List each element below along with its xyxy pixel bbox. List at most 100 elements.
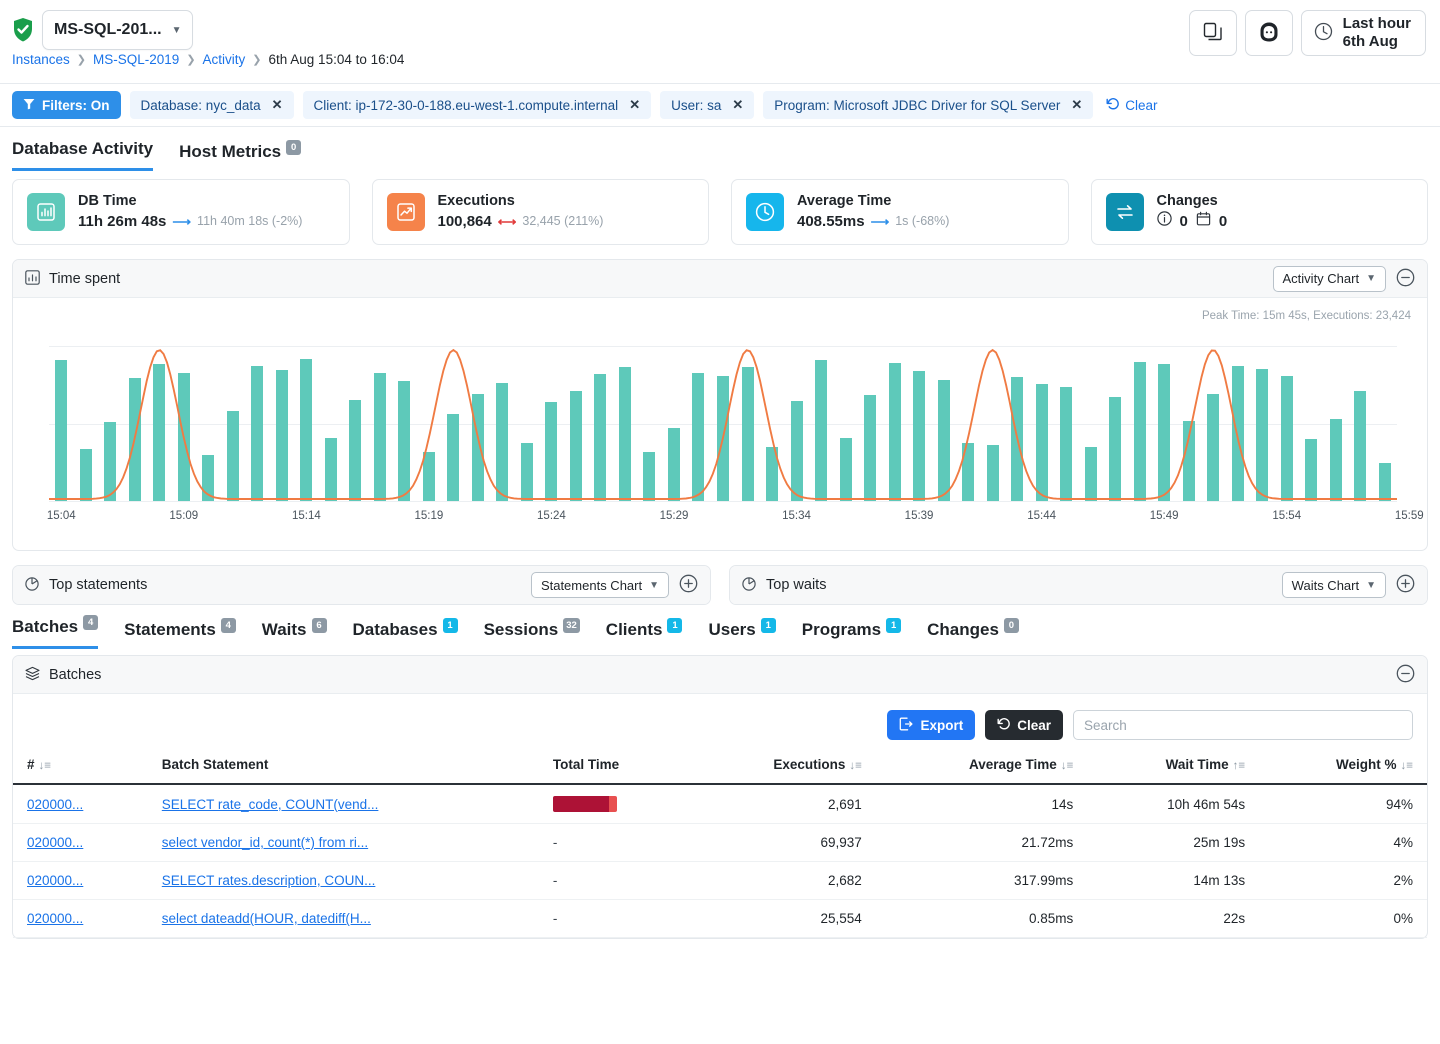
filter-chip-label: User: sa: [671, 98, 721, 113]
top-statements-header: Top statements Statements Chart ▼: [13, 566, 710, 604]
filters-toggle[interactable]: Filters: On: [12, 91, 121, 119]
column-header-batch-statement[interactable]: Batch Statement: [148, 748, 539, 784]
close-icon[interactable]: ✕: [272, 97, 283, 113]
batch-statement-link[interactable]: SELECT rates.description, COUN...: [162, 873, 376, 888]
table-row[interactable]: 020000... SELECT rates.description, COUN.…: [13, 862, 1427, 900]
undo-icon: [997, 717, 1011, 734]
search-input[interactable]: [1073, 710, 1413, 740]
batch-id-link[interactable]: 020000...: [27, 835, 83, 850]
batch-statement-link[interactable]: select vendor_id, count(*) from ri...: [162, 835, 368, 850]
clear-table-label: Clear: [1017, 718, 1051, 733]
kpi-card-db-time[interactable]: DB Time 11h 26m 48s ⟶ 11h 40m 18s (-2%): [12, 179, 350, 245]
waits-chart-select[interactable]: Waits Chart ▼: [1282, 572, 1386, 598]
close-icon[interactable]: ✕: [1071, 97, 1082, 113]
time-range-button[interactable]: Last hour 6th Aug: [1301, 10, 1426, 56]
copy-icon: [1203, 22, 1222, 44]
filter-chip-program[interactable]: Program: Microsoft JDBC Driver for SQL S…: [763, 91, 1093, 119]
table-row[interactable]: 020000... select dateadd(HOUR, datediff(H…: [13, 900, 1427, 938]
minus-circle-icon: [1396, 664, 1415, 686]
batch-id-link[interactable]: 020000...: [27, 873, 83, 888]
batch-statement-link[interactable]: select dateadd(HOUR, datediff(H...: [162, 911, 371, 926]
cell-id: 020000...: [13, 900, 148, 938]
table-row[interactable]: 020000... SELECT rate_code, COUNT(vend...…: [13, 784, 1427, 824]
chevron-down-icon: ▼: [1366, 580, 1376, 591]
time-spent-chart[interactable]: Peak Time: 15m 45s, Executions: 23,424 1…: [13, 298, 1427, 550]
detail-tab-clients[interactable]: Clients1: [606, 620, 683, 649]
cell-id: 020000...: [13, 862, 148, 900]
exchange-icon: [1106, 193, 1144, 231]
cell-weight: 4%: [1259, 824, 1427, 862]
total-time-bar-primary: [553, 796, 609, 812]
batch-id-link[interactable]: 020000...: [27, 797, 83, 812]
close-icon[interactable]: ✕: [629, 97, 640, 113]
batch-id-link[interactable]: 020000...: [27, 911, 83, 926]
activity-chart-select[interactable]: Activity Chart ▼: [1273, 266, 1386, 292]
trend-down-icon: ⟶: [172, 213, 191, 231]
filter-chip-database[interactable]: Database: nyc_data ✕: [130, 91, 294, 119]
column-header-[interactable]: #↓≡: [13, 748, 148, 784]
kpi-compare: 32,445 (211%): [522, 213, 603, 231]
chart-x-axis: 15:0415:0915:1415:1915:2415:2915:3415:39…: [49, 510, 1397, 528]
assistant-button[interactable]: [1245, 10, 1293, 56]
kpi-value: 408.55ms: [797, 211, 865, 232]
layers-icon: [25, 666, 40, 684]
column-header-wait-time[interactable]: Wait Time↑≡: [1087, 748, 1259, 784]
chart-x-tick-label: 15:44: [1027, 510, 1056, 522]
chart-x-tick-label: 15:29: [660, 510, 689, 522]
detail-tab-statements[interactable]: Statements4: [124, 620, 236, 649]
detail-tab-programs[interactable]: Programs1: [802, 620, 901, 649]
table-header-row: #↓≡Batch StatementTotal TimeExecutions↓≡…: [13, 748, 1427, 784]
chart-x-tick-label: 15:04: [47, 510, 76, 522]
main-tabs: Database Activity Host Metrics 0: [0, 127, 1440, 171]
batches-header: Batches: [13, 656, 1427, 694]
export-icon: [899, 717, 913, 734]
table-row[interactable]: 020000... select vendor_id, count(*) from…: [13, 824, 1427, 862]
detail-tab-users[interactable]: Users1: [708, 620, 775, 649]
statements-chart-select[interactable]: Statements Chart ▼: [531, 572, 669, 598]
time-range-line-2: 6th Aug: [1343, 33, 1398, 50]
add-top-statements-button[interactable]: [678, 575, 698, 595]
cell-executions: 2,691: [690, 784, 876, 824]
calendar-icon: [1196, 211, 1211, 232]
copy-button[interactable]: [1189, 10, 1237, 56]
time-spent-title: Time spent: [49, 271, 120, 287]
add-top-waits-button[interactable]: [1395, 575, 1415, 595]
clear-filters-button[interactable]: Clear: [1106, 97, 1157, 114]
plus-circle-icon: [1396, 574, 1415, 596]
detail-tab-sessions[interactable]: Sessions32: [484, 620, 580, 649]
column-header-average-time[interactable]: Average Time↓≡: [876, 748, 1087, 784]
clear-table-button[interactable]: Clear: [985, 710, 1063, 740]
kpi-card-average-time[interactable]: Average Time 408.55ms ⟶ 1s (-68%): [731, 179, 1069, 245]
top-waits-panel: Top waits Waits Chart ▼: [729, 565, 1428, 605]
total-time-value: -: [553, 911, 558, 926]
filter-chip-client[interactable]: Client: ip-172-30-0-188.eu-west-1.comput…: [303, 91, 652, 119]
detail-tab-databases[interactable]: Databases1: [353, 620, 458, 649]
detail-tab-batches[interactable]: Batches4: [12, 617, 98, 649]
time-range-label: Last hour 6th Aug: [1343, 15, 1411, 50]
cell-wait-time: 25m 19s: [1087, 824, 1259, 862]
column-header-weight[interactable]: Weight %↓≡: [1259, 748, 1427, 784]
kpi-card-executions[interactable]: Executions 100,864 ⟷ 32,445 (211%): [372, 179, 710, 245]
close-icon[interactable]: ✕: [732, 97, 743, 113]
detail-tab-changes[interactable]: Changes0: [927, 620, 1019, 649]
collapse-time-spent-button[interactable]: [1395, 269, 1415, 289]
tab-host-metrics[interactable]: Host Metrics 0: [179, 142, 301, 171]
column-header-executions[interactable]: Executions↓≡: [690, 748, 876, 784]
detail-tab-badge: 1: [886, 618, 901, 633]
filter-chip-user[interactable]: User: sa ✕: [660, 91, 754, 119]
instance-select[interactable]: MS-SQL-201... ▼: [42, 10, 193, 50]
changes-info-count: 0: [1180, 211, 1188, 232]
kpi-compare: 11h 40m 18s (-2%): [197, 213, 302, 231]
kpi-card-changes[interactable]: Changes 0 0: [1091, 179, 1429, 245]
column-header-total-time[interactable]: Total Time: [539, 748, 690, 784]
cell-wait-time: 10h 46m 54s: [1087, 784, 1259, 824]
batch-statement-link[interactable]: SELECT rate_code, COUNT(vend...: [162, 797, 379, 812]
tab-badge: 0: [286, 140, 301, 155]
tab-database-activity[interactable]: Database Activity: [12, 139, 153, 171]
export-button[interactable]: Export: [887, 710, 975, 740]
kpi-cards: DB Time 11h 26m 48s ⟶ 11h 40m 18s (-2%) …: [0, 171, 1440, 245]
collapse-batches-button[interactable]: [1395, 665, 1415, 685]
sort-asc-icon: ↑≡: [1233, 760, 1245, 772]
top-waits-header: Top waits Waits Chart ▼: [730, 566, 1427, 604]
detail-tab-waits[interactable]: Waits6: [262, 620, 327, 649]
